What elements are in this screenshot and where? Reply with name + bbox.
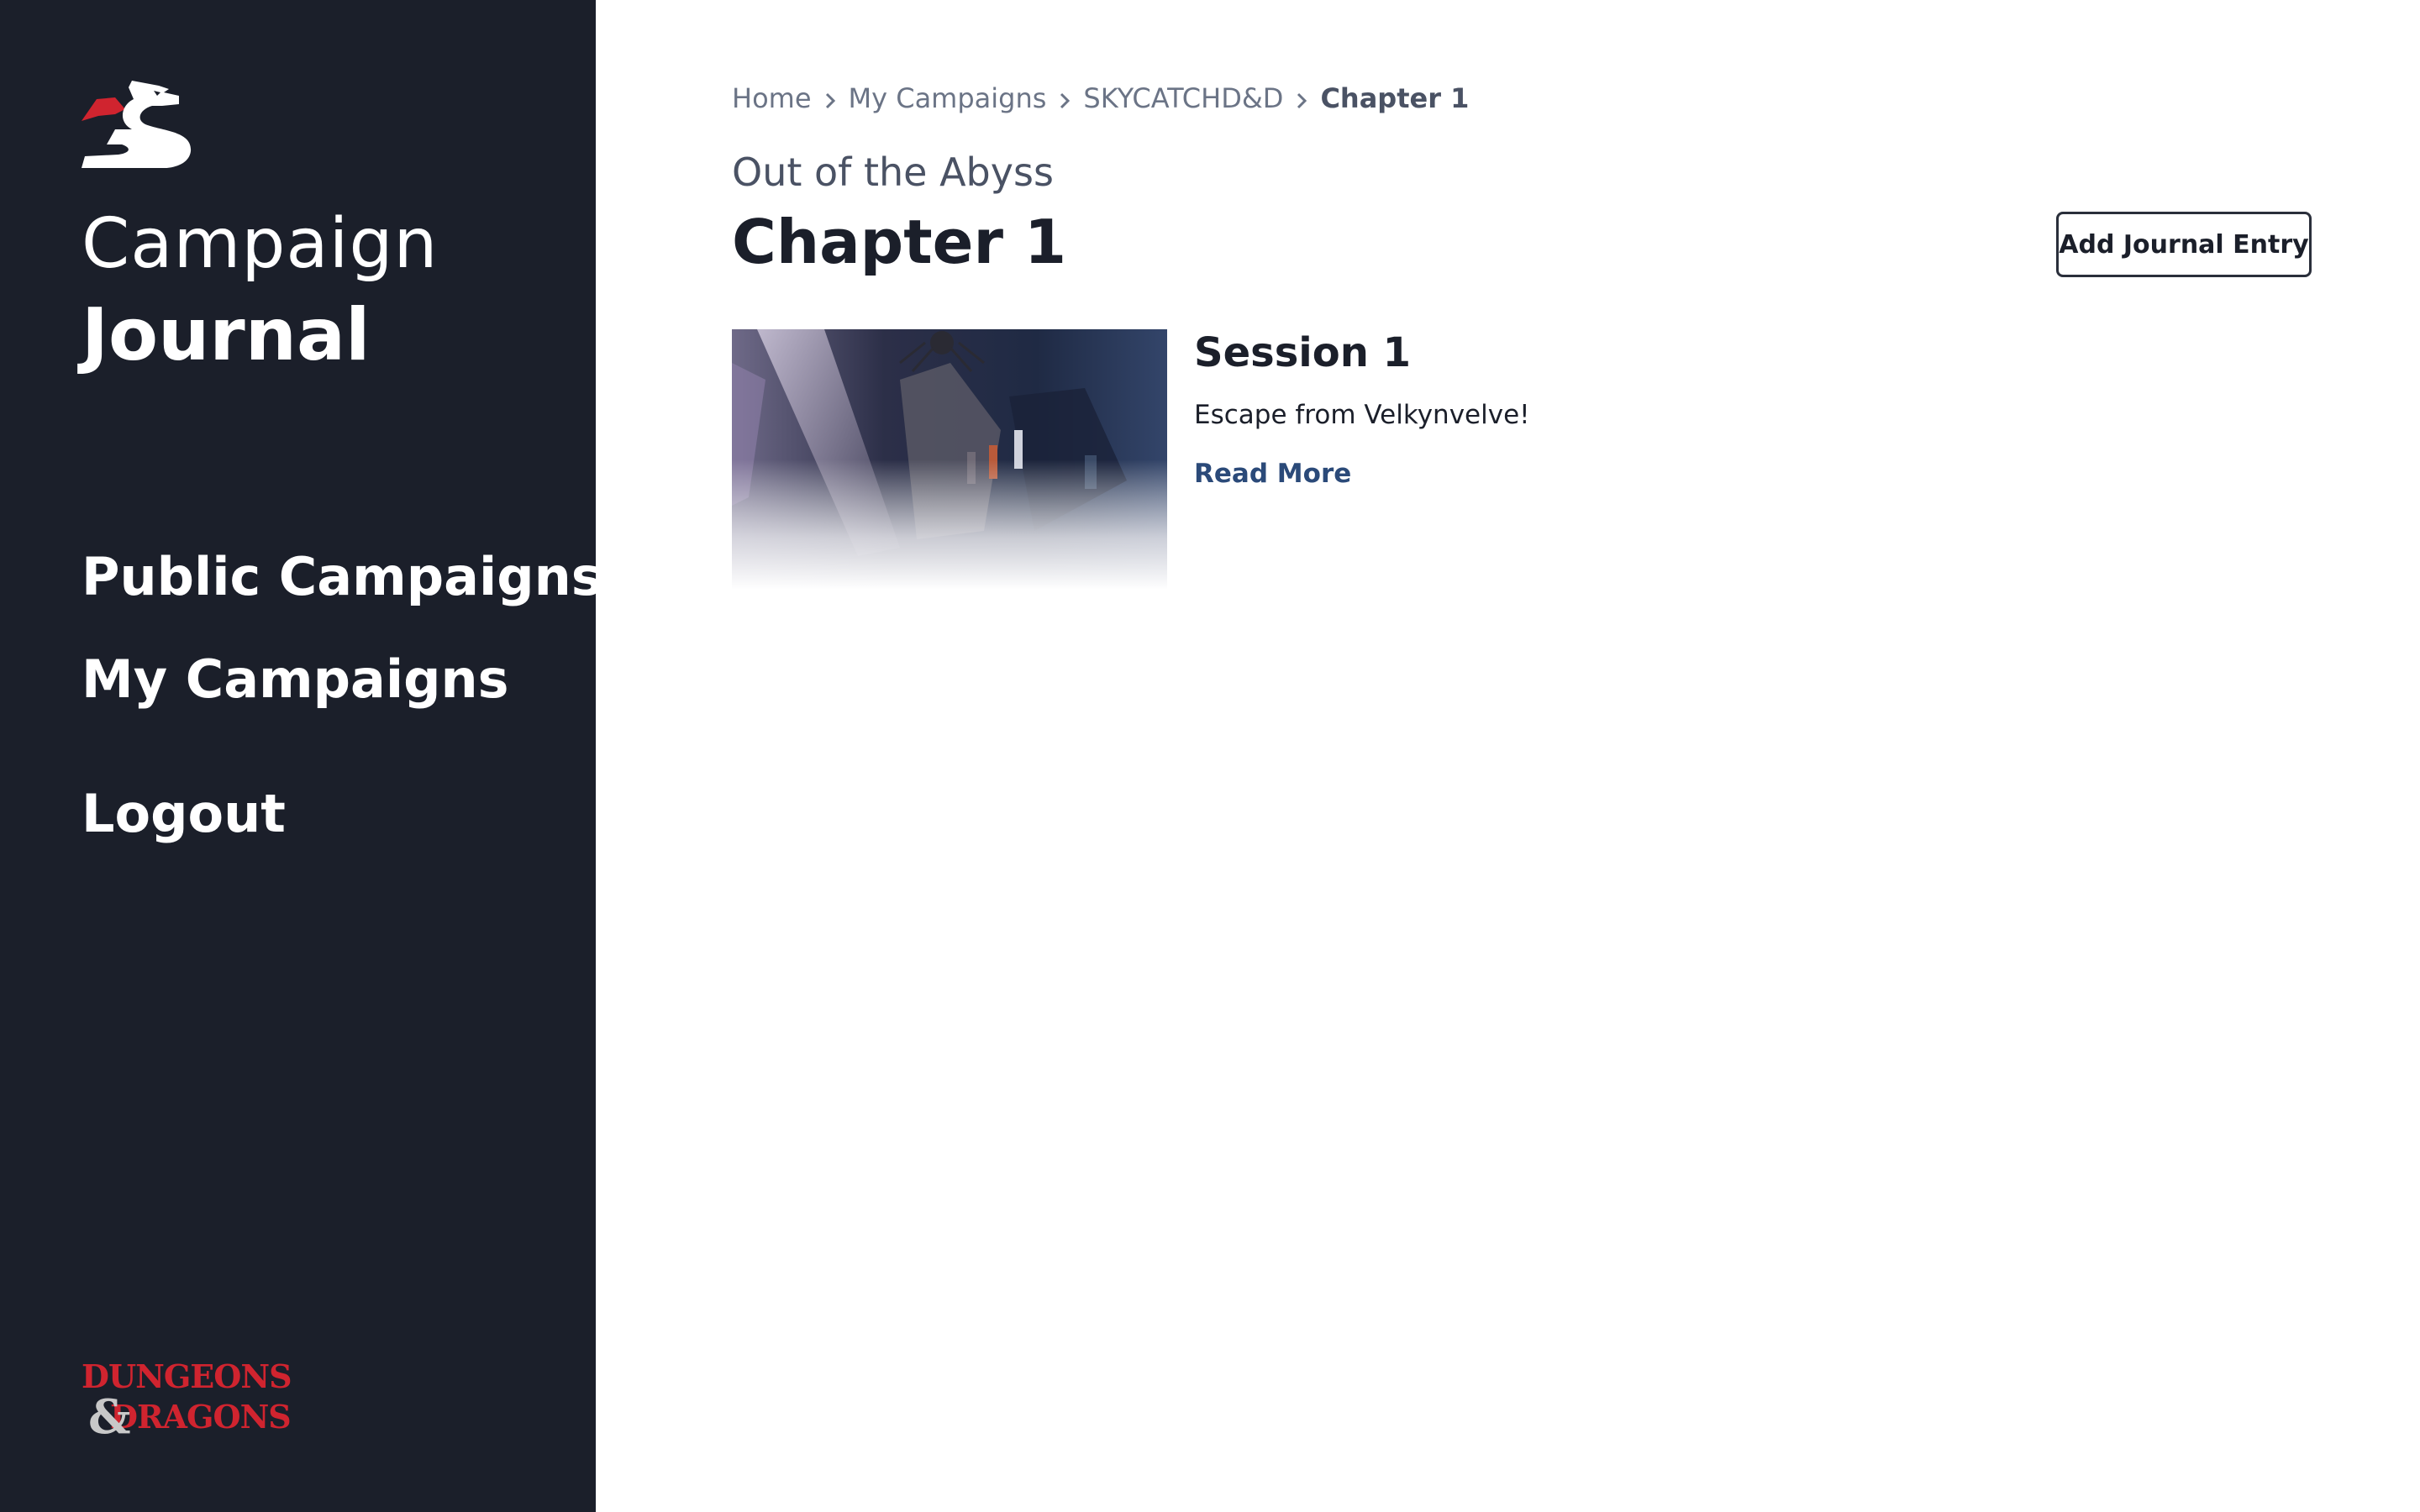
- page-title: Chapter 1: [732, 207, 1067, 277]
- chevron-right-icon: [1283, 85, 1320, 112]
- breadcrumb-current: Chapter 1: [1320, 82, 1470, 114]
- campaign-subtitle: Out of the Abyss: [732, 150, 1054, 195]
- breadcrumb-my-campaigns[interactable]: My Campaigns: [849, 82, 1047, 114]
- breadcrumb-home[interactable]: Home: [732, 82, 812, 114]
- nav-my-campaigns[interactable]: My Campaigns: [82, 654, 509, 706]
- dd-logo-ampersand: &: [88, 1389, 131, 1435]
- dungeons-and-dragons-logo: DUNGEONS DRAGONS &: [82, 1357, 292, 1435]
- main-content: Home My Campaigns SKYCATCHD&D Chapter 1 …: [596, 0, 2420, 1512]
- breadcrumb-campaign[interactable]: SKYCATCHD&D: [1083, 82, 1283, 114]
- dd-logo-line2: DRAGONS: [110, 1398, 291, 1435]
- chevron-right-icon: [1046, 85, 1083, 112]
- entry-description: Escape from Velkynvelve!: [1194, 400, 1530, 430]
- sidebar: Campaign Journal Public Campaigns My Cam…: [0, 0, 602, 1512]
- nav-public-campaigns[interactable]: Public Campaigns: [82, 551, 602, 603]
- entry-title[interactable]: Session 1: [1194, 329, 1411, 376]
- entry-thumbnail-image[interactable]: [732, 329, 1167, 590]
- brand-title-line2: Journal: [82, 293, 371, 377]
- breadcrumb: Home My Campaigns SKYCATCHD&D Chapter 1: [732, 82, 1469, 114]
- add-journal-entry-button[interactable]: Add Journal Entry: [2056, 212, 2312, 277]
- journal-entry-card: Session 1 Escape from Velkynvelve! Read …: [732, 329, 2312, 590]
- read-more-link[interactable]: Read More: [1194, 459, 1351, 489]
- brand-title-line1: Campaign: [82, 204, 439, 284]
- dragon-logo-icon[interactable]: [82, 81, 192, 168]
- nav-logout[interactable]: Logout: [82, 788, 286, 840]
- chevron-right-icon: [812, 85, 849, 112]
